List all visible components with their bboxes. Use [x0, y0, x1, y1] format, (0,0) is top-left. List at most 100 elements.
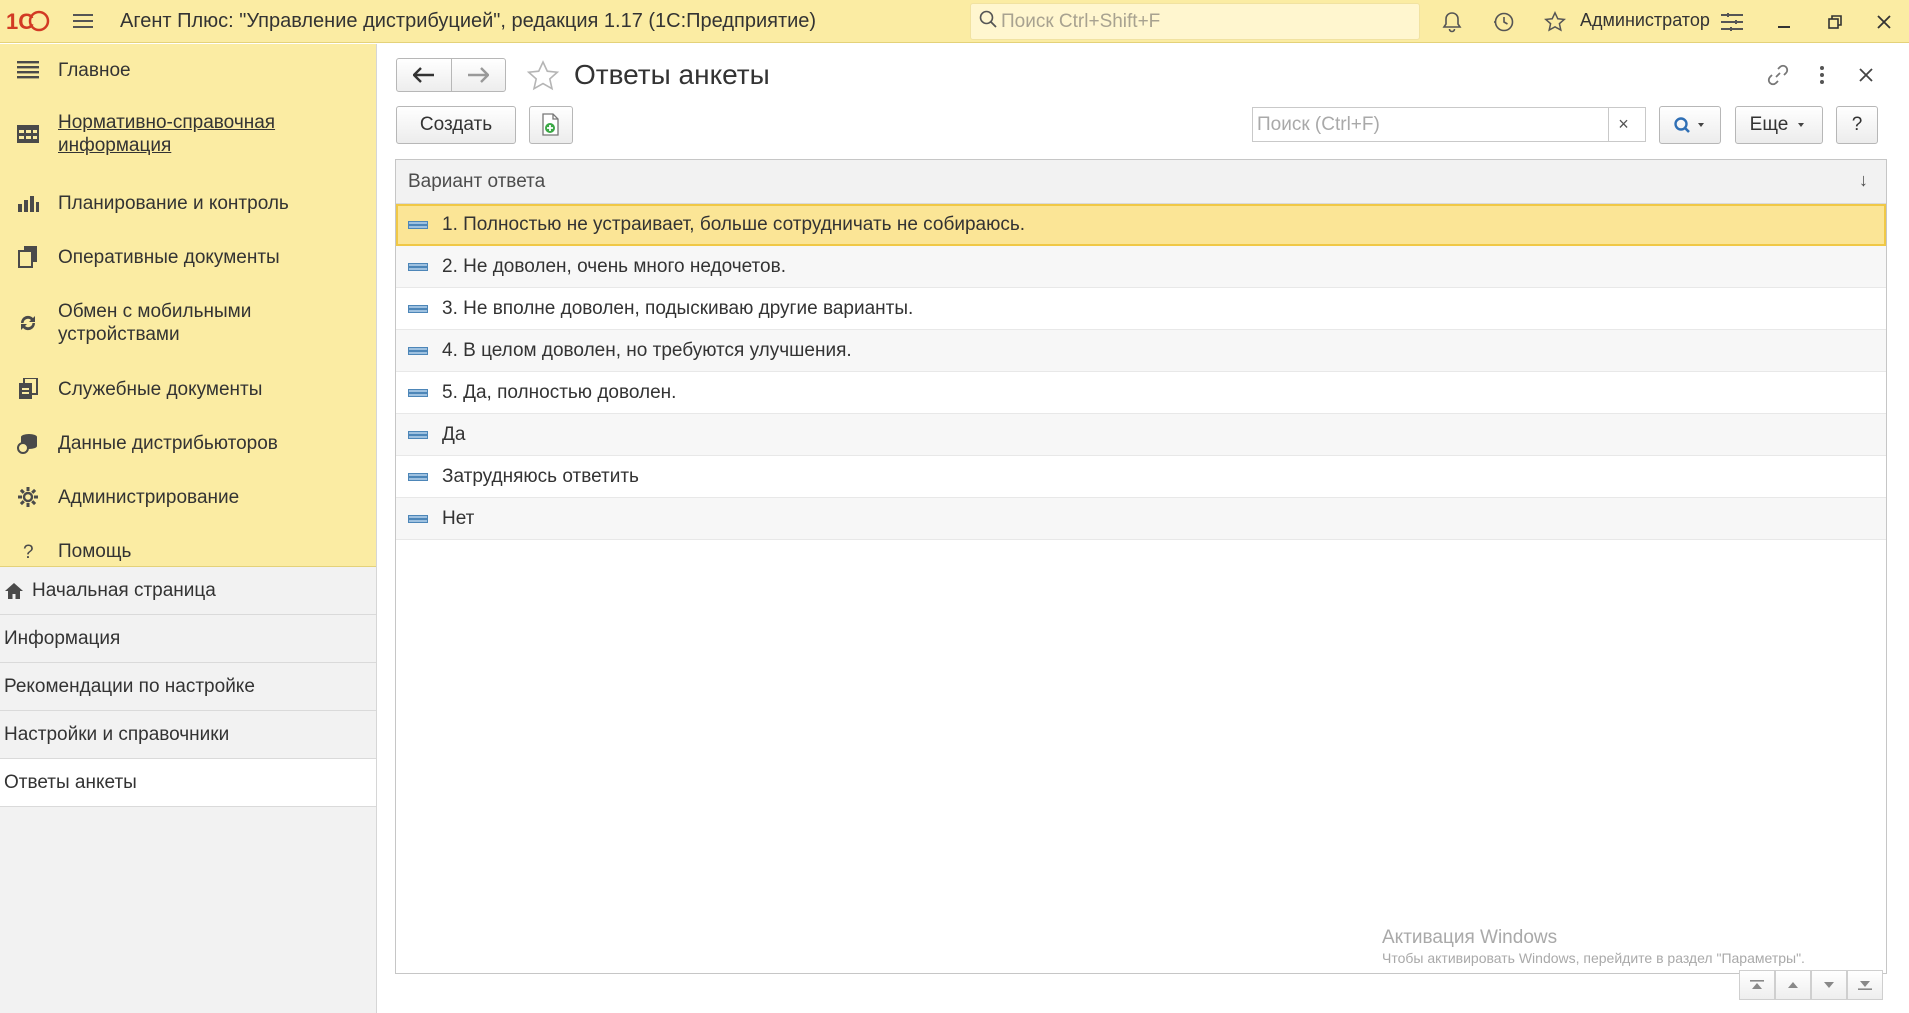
forward-button[interactable] — [450, 59, 505, 91]
first-page-icon — [1750, 980, 1764, 989]
section-planning[interactable]: Планирование и контроль — [0, 176, 376, 230]
section-operational-docs[interactable]: Оперативные документы — [0, 230, 376, 284]
global-search[interactable] — [970, 3, 1420, 40]
sync-icon — [12, 307, 44, 339]
section-label: Администрирование — [58, 486, 240, 508]
form-area: Ответы анкеты Создать × Еще ? Вариант от… — [378, 44, 1909, 1013]
table-row[interactable]: 1. Полностью не устраивает, больше сотру… — [396, 204, 1886, 246]
open-window-settings[interactable]: Настройки и справочники — [0, 711, 376, 759]
favorite-star-icon[interactable] — [524, 58, 562, 94]
minimize-icon[interactable] — [1762, 0, 1806, 43]
bell-icon[interactable] — [1430, 0, 1474, 43]
table-body: 1. Полностью не устраивает, больше сотру… — [396, 204, 1886, 540]
catalog-item-icon — [408, 430, 428, 439]
open-window-label: Настройки и справочники — [4, 723, 230, 745]
navigation-buttons — [396, 58, 506, 92]
table-row[interactable]: Да — [396, 414, 1886, 456]
arrow-down-icon — [1824, 982, 1834, 988]
distributors-icon — [12, 427, 44, 459]
history-icon[interactable] — [1482, 0, 1526, 43]
chevron-down-icon — [1798, 123, 1805, 127]
watermark-subtitle: Чтобы активировать Windows, перейдите в … — [1382, 950, 1805, 966]
search-options-button[interactable] — [1659, 106, 1721, 144]
home-icon — [4, 582, 24, 600]
arrow-left-icon — [412, 67, 434, 83]
scroll-to-bottom-button[interactable] — [1847, 970, 1883, 1000]
section-label: Обмен с мобильными устройствами — [58, 301, 252, 345]
scroll-down-button[interactable] — [1811, 970, 1847, 1000]
section-main[interactable]: Главное — [0, 48, 376, 92]
open-window-label: Информация — [4, 627, 121, 649]
star-icon[interactable] — [1533, 0, 1577, 43]
global-search-input[interactable] — [1001, 10, 1401, 33]
catalog-item-icon — [408, 346, 428, 355]
1c-logo: 1С — [0, 0, 58, 43]
windows-activation-watermark: Активация Windows Чтобы активировать Win… — [1382, 927, 1805, 967]
last-page-icon — [1858, 981, 1872, 990]
create-copy-button[interactable] — [529, 106, 573, 144]
answer-cell: 3. Не вполне доволен, подыскиваю другие … — [442, 297, 914, 319]
section-service-docs[interactable]: Служебные документы — [0, 362, 376, 416]
answer-cell: 5. Да, полностью доволен. — [442, 381, 677, 403]
list-search[interactable]: × — [1252, 107, 1646, 142]
title-bar: 1С Агент Плюс: "Управление дистрибуцией"… — [0, 0, 1909, 43]
page-title: Ответы анкеты — [574, 59, 770, 90]
clear-search-button[interactable]: × — [1608, 108, 1638, 141]
table-row[interactable]: 3. Не вполне доволен, подыскиваю другие … — [396, 288, 1886, 330]
table-row[interactable]: Затрудняюсь ответить — [396, 456, 1886, 498]
menu-icon[interactable] — [58, 0, 108, 43]
link-icon[interactable] — [1760, 58, 1796, 92]
section-label: Помощь — [58, 540, 132, 562]
arrow-up-icon — [1788, 982, 1798, 988]
open-windows-list: Начальная страница Информация Рекомендац… — [0, 567, 376, 807]
settings-icon[interactable] — [1710, 0, 1754, 43]
close-icon[interactable] — [1862, 0, 1906, 43]
create-button[interactable]: Создать — [396, 106, 516, 144]
question-icon: ? — [12, 535, 44, 567]
sidebar: Главное Нормативно-справочная информация… — [0, 44, 377, 1013]
table-row[interactable]: 4. В целом доволен, но требуются улучшен… — [396, 330, 1886, 372]
table-header[interactable]: Вариант ответа ↓ — [396, 160, 1886, 204]
catalog-item-icon — [408, 304, 428, 313]
section-distributor-data[interactable]: Данные дистрибьюторов — [0, 416, 376, 470]
table-row[interactable]: 5. Да, полностью доволен. — [396, 372, 1886, 414]
section-label: Нормативно-справочная информация — [58, 112, 276, 156]
list-search-input[interactable] — [1253, 113, 1608, 136]
sort-arrow-icon[interactable]: ↓ — [1859, 170, 1868, 191]
scroll-to-top-button[interactable] — [1739, 970, 1775, 1000]
open-window-answers[interactable]: Ответы анкеты — [0, 759, 376, 807]
open-window-recommendations[interactable]: Рекомендации по настройке — [0, 663, 376, 711]
section-mobile-exchange[interactable]: Обмен с мобильными устройствами — [0, 284, 376, 362]
section-administration[interactable]: Администрирование — [0, 470, 376, 524]
section-label: Служебные документы — [58, 378, 263, 400]
back-button[interactable] — [397, 59, 451, 91]
more-button-label: Еще — [1749, 114, 1789, 135]
document-add-icon — [542, 113, 559, 136]
answer-cell: 4. В целом доволен, но требуются улучшен… — [442, 339, 852, 361]
table-row[interactable]: Нет — [396, 498, 1886, 540]
scroll-up-button[interactable] — [1775, 970, 1811, 1000]
bar-chart-icon — [12, 187, 44, 219]
open-window-label: Начальная страница — [32, 579, 216, 601]
open-window-info[interactable]: Информация — [0, 615, 376, 663]
column-header-answer[interactable]: Вариант ответа — [408, 171, 545, 193]
more-button[interactable]: Еще — [1735, 106, 1823, 144]
arrow-right-icon — [468, 67, 490, 83]
help-button[interactable]: ? — [1836, 106, 1878, 144]
app-title: Агент Плюс: "Управление дистрибуцией", р… — [120, 9, 817, 32]
open-window-label: Рекомендации по настройке — [4, 675, 255, 697]
catalog-item-icon — [408, 220, 428, 229]
more-vertical-icon[interactable] — [1804, 58, 1840, 92]
restore-icon[interactable] — [1813, 0, 1857, 43]
section-reference-info[interactable]: Нормативно-справочная информация — [0, 92, 376, 176]
user-name[interactable]: Администратор — [1580, 0, 1710, 43]
catalog-item-icon — [408, 472, 428, 481]
section-label: Данные дистрибьюторов — [58, 432, 278, 454]
catalog-item-icon — [408, 262, 428, 271]
close-form-icon[interactable] — [1848, 58, 1884, 92]
table-row[interactable]: 2. Не доволен, очень много недочетов. — [396, 246, 1886, 288]
open-window-home[interactable]: Начальная страница — [0, 567, 376, 615]
answer-cell: Нет — [442, 507, 475, 529]
documents-icon — [12, 241, 44, 273]
section-label: Оперативные документы — [58, 246, 280, 268]
